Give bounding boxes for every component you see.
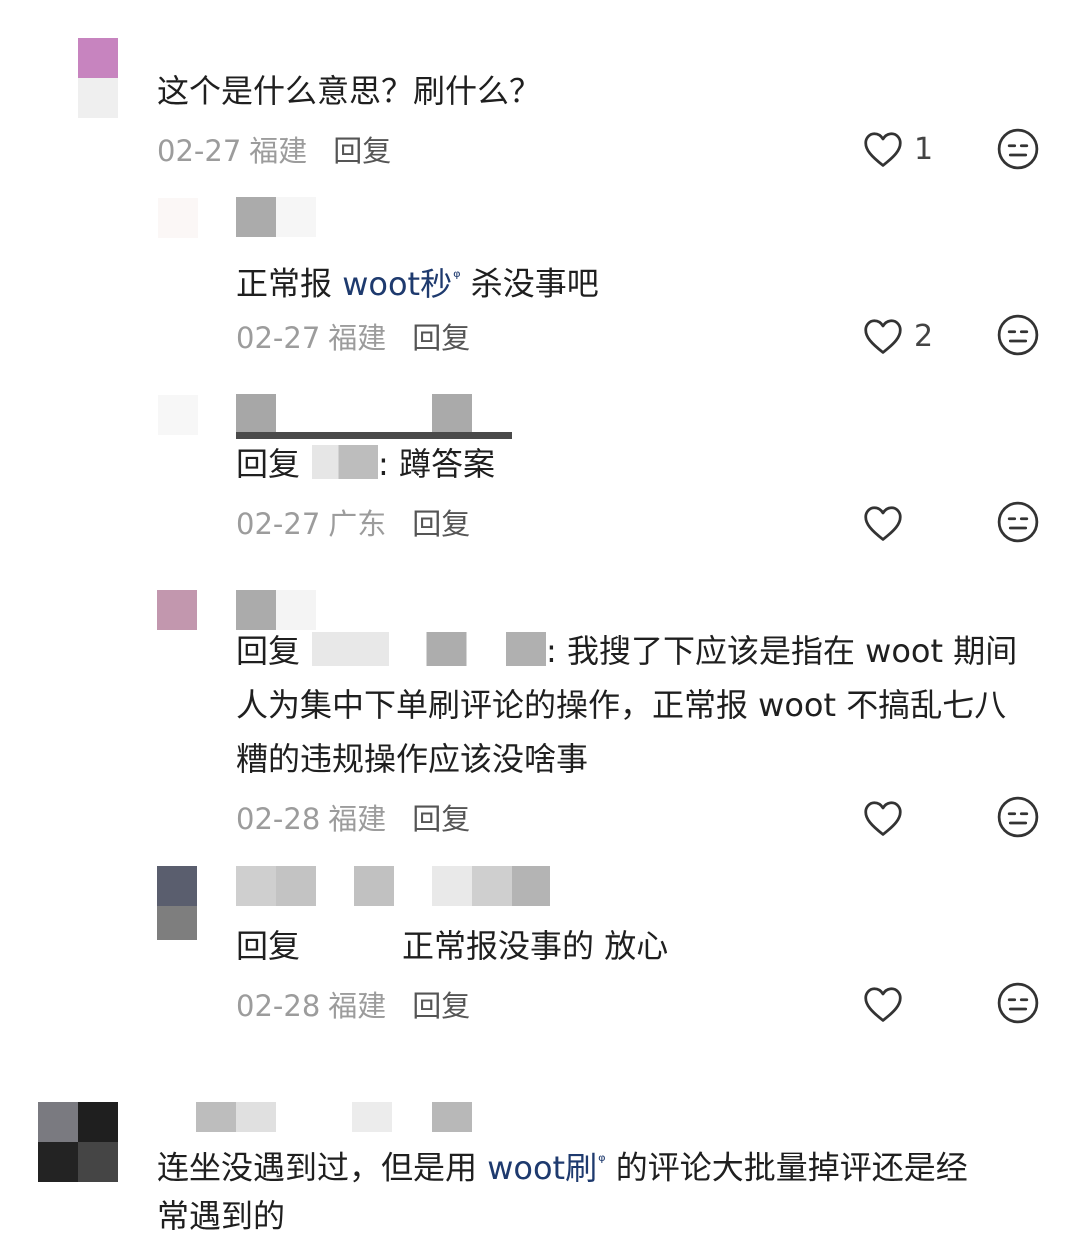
heart-outline-icon	[864, 319, 902, 354]
comment-text: 回复 正常报没事的 放心	[236, 919, 668, 973]
emoji-react-button[interactable]	[996, 127, 1042, 173]
comment-date: 02-28	[236, 802, 321, 836]
heart-outline-icon	[864, 506, 902, 541]
comment-text-line-1: 连坐没遇到过，但是用 woot刷ᵠ 的评论大批量掉评还是经	[157, 1135, 968, 1195]
heart-outline-icon	[864, 801, 902, 836]
avatar[interactable]	[78, 38, 118, 118]
reply-prefix: 回复	[236, 927, 301, 965]
avatar[interactable]	[38, 1102, 118, 1182]
text-segment: 杀没事吧	[460, 264, 599, 303]
like-button[interactable]: 1	[862, 126, 942, 172]
mention-blurred[interactable]	[312, 632, 547, 666]
heart-outline-icon	[864, 987, 902, 1022]
avatar[interactable]	[158, 395, 198, 439]
comment-text: 这个是什么意思？刷什么？	[157, 72, 542, 110]
emoji-react-button[interactable]	[996, 500, 1042, 546]
meh-face-icon	[997, 314, 1039, 356]
search-icon[interactable]: ᵠ	[453, 267, 460, 288]
meh-face-icon	[997, 796, 1039, 838]
comment-region: 福建	[328, 321, 387, 355]
comment-region: 福建	[249, 134, 308, 168]
search-icon[interactable]: ᵠ	[598, 1151, 605, 1172]
reply-button[interactable]: 回复	[412, 802, 470, 836]
avatar[interactable]	[158, 198, 198, 242]
text-segment: 连坐没遇到过，但是用	[157, 1148, 488, 1187]
reply-prefix: 回复	[236, 445, 301, 483]
reply-button[interactable]: 回复	[412, 989, 470, 1023]
username-blurred	[236, 394, 512, 439]
comment-text: 回复 : 蹲答案	[236, 437, 495, 491]
text-segment: : 我搜了下应该是指在 woot 期间	[546, 632, 1018, 670]
comment-region: 福建	[328, 989, 387, 1023]
link-text[interactable]: woot刷	[487, 1149, 597, 1187]
like-button[interactable]: 2	[862, 313, 942, 359]
like-count: 1	[914, 131, 934, 167]
text-segment: 正常报没事的 放心	[402, 927, 669, 965]
like-button[interactable]	[862, 981, 942, 1027]
like-button[interactable]	[862, 795, 942, 841]
comment-meta: 02-28 福建 回复	[236, 983, 470, 1025]
meh-face-icon	[997, 501, 1039, 543]
comment-text-line-2: 人为集中下单刷评论的操作，正常报 woot 不搞乱七八	[236, 686, 1007, 724]
link-text[interactable]: woot秒	[342, 265, 452, 303]
heart-outline-icon	[864, 132, 902, 167]
mention-blurred[interactable]	[312, 445, 379, 479]
search-link[interactable]: woot秒ᵠ	[342, 265, 460, 303]
comment-text-line-3: 糟的违规操作应该没啥事	[236, 740, 589, 778]
comment-meta: 02-28 福建 回复	[236, 796, 470, 838]
comment-date: 02-27	[157, 134, 242, 168]
comment-date: 02-27	[236, 507, 321, 541]
text-segment: 的评论大批量掉评还是经	[605, 1148, 968, 1187]
username-blurred	[196, 1102, 472, 1132]
text-segment: 正常报	[236, 264, 343, 303]
mention-blurred[interactable]	[304, 927, 403, 961]
comment-meta: 02-27 福建 回复	[236, 315, 470, 357]
comment-meta: 02-27 福建 回复	[157, 128, 391, 170]
comment-text-line-2: 常遇到的	[157, 1197, 286, 1235]
like-button[interactable]	[862, 500, 942, 546]
username-blurred	[236, 866, 552, 906]
text-segment: : 蹲答案	[378, 445, 495, 483]
comment-date: 02-27	[236, 321, 321, 355]
reply-button[interactable]: 回复	[333, 134, 391, 168]
reply-prefix: 回复	[236, 632, 301, 670]
comment-region: 广东	[328, 507, 387, 541]
meh-face-icon	[997, 128, 1039, 170]
like-count: 2	[914, 318, 934, 354]
comment-meta: 02-27 广东 回复	[236, 501, 470, 543]
avatar[interactable]	[157, 590, 197, 634]
meh-face-icon	[997, 982, 1039, 1024]
username-blurred	[236, 197, 316, 237]
cutoff-meta-row	[0, 1250, 1080, 1260]
reply-button[interactable]: 回复	[412, 507, 470, 541]
emoji-react-button[interactable]	[996, 981, 1042, 1027]
search-link[interactable]: woot刷ᵠ	[487, 1149, 605, 1187]
comment-text-line-1: 回复 : 我搜了下应该是指在 woot 期间	[236, 624, 1017, 678]
avatar[interactable]	[157, 866, 197, 946]
comment-date: 02-28	[236, 989, 321, 1023]
emoji-react-button[interactable]	[996, 795, 1042, 841]
reply-button[interactable]: 回复	[412, 321, 470, 355]
comment-text: 正常报 woot秒ᵠ 杀没事吧	[236, 251, 599, 311]
comment-region: 福建	[328, 802, 387, 836]
emoji-react-button[interactable]	[996, 313, 1042, 359]
